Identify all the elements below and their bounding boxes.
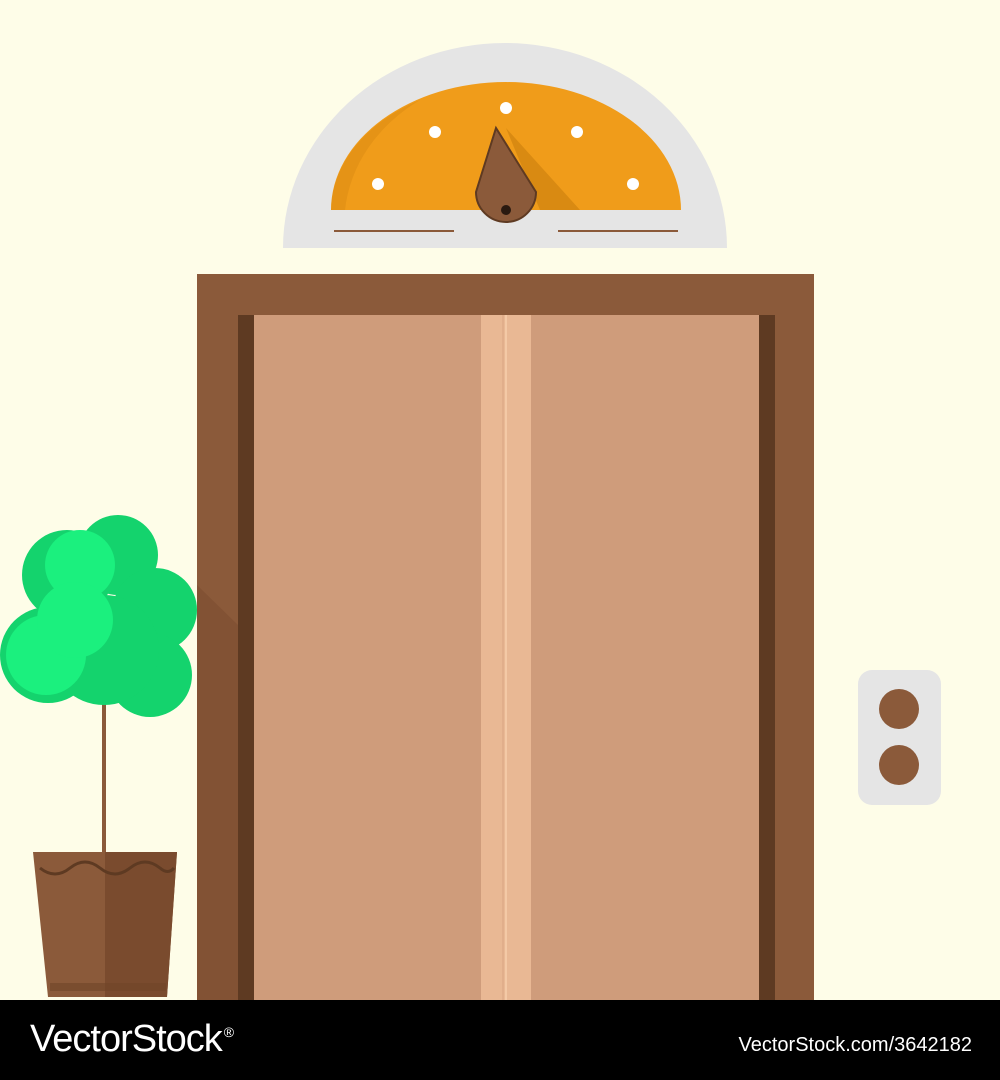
- logo-text: VectorStock: [30, 1018, 223, 1060]
- elevator-door: [197, 274, 814, 1000]
- call-button-panel-icon: [858, 670, 941, 805]
- vectorstock-logo: VectorStock ®: [30, 1018, 234, 1061]
- watermark-bar: VectorStock ® VectorStock.com/3642182: [0, 1000, 1000, 1080]
- elevator-illustration: [0, 0, 1000, 1000]
- logo-registered-mark: ®: [223, 1024, 234, 1040]
- image-credit: VectorStock.com/3642182: [738, 1034, 972, 1056]
- door-shadow: [197, 585, 238, 1000]
- call-button-down: [879, 745, 919, 785]
- call-button-up: [879, 689, 919, 729]
